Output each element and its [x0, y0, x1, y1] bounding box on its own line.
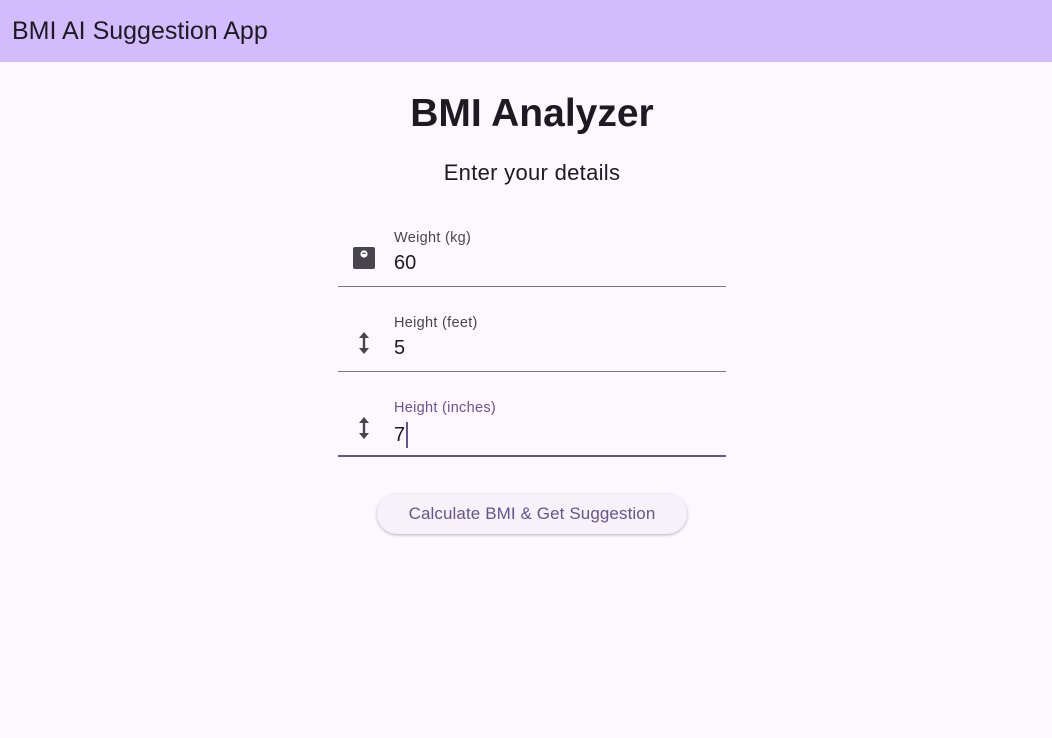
height-inches-field[interactable]: Height (inches) 7 [338, 395, 726, 457]
weight-label: Weight (kg) [394, 230, 472, 246]
height-inches-label: Height (inches) [394, 400, 497, 416]
page-title: BMI Analyzer [410, 92, 654, 135]
app-title: BMI AI Suggestion App [12, 16, 268, 45]
height-feet-field[interactable]: Height (feet) 5 [338, 310, 726, 372]
scale-icon [352, 246, 376, 270]
height-icon [352, 416, 376, 440]
app-bar: BMI AI Suggestion App [0, 0, 1052, 62]
height-inches-value[interactable]: 7 [394, 422, 409, 448]
height-icon [352, 331, 376, 355]
height-feet-label: Height (feet) [394, 315, 478, 331]
weight-value[interactable]: 60 [394, 252, 416, 275]
weight-field[interactable]: Weight (kg) 60 [338, 225, 726, 287]
calculate-bmi-button[interactable]: Calculate BMI & Get Suggestion [377, 494, 687, 534]
text-cursor [406, 422, 409, 448]
page-subtitle: Enter your details [443, 160, 621, 185]
height-feet-value[interactable]: 5 [394, 337, 405, 360]
